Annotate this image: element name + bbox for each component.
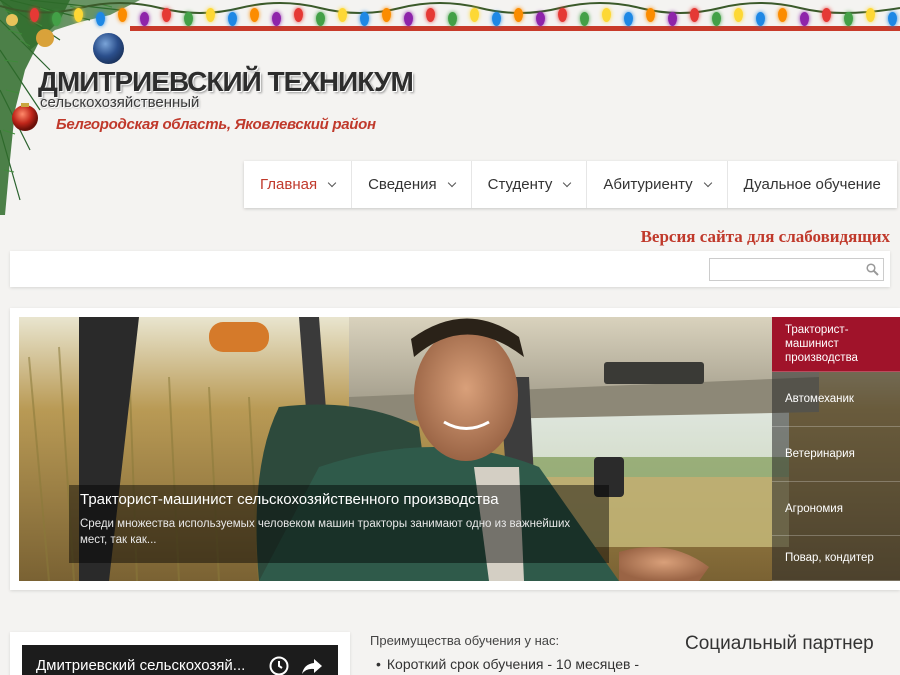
slide-tab-label: Тракторист-машинист производства — [785, 324, 858, 364]
slide-tab-agronomy[interactable]: Агрономия — [772, 482, 900, 536]
nav-item-label: Сведения — [368, 176, 437, 193]
slide-caption-text: Среди множества используемых человеком м… — [80, 518, 571, 546]
accessibility-version-link[interactable]: Версия сайта для слабовидящих — [641, 227, 890, 247]
christmas-garland — [0, 0, 900, 34]
slide-tab-tractor-driver[interactable]: Тракторист-машинист производства — [772, 317, 900, 372]
slide-tab-label: Автомеханик — [785, 393, 854, 405]
nav-item-label: Студенту — [487, 176, 553, 193]
watch-later-icon[interactable] — [269, 656, 289, 675]
nav-item-home[interactable]: Главная — [244, 161, 353, 208]
chevron-down-icon — [327, 178, 337, 187]
main-navigation: Главная Сведения Студенту Абитуриенту Ду… — [244, 161, 897, 208]
logo-globe-icon — [93, 33, 124, 64]
chevron-down-icon — [703, 178, 712, 187]
site-region: Белгородская область, Яковлевский район — [56, 116, 376, 133]
chevron-down-icon — [563, 178, 572, 187]
slide-tab-label: Агрономия — [785, 502, 843, 515]
slide-tab-veterinary[interactable]: Ветеринария — [772, 427, 900, 482]
slide-tab-label: Ветеринария — [785, 448, 855, 460]
nav-item-label: Абитуриенту — [603, 176, 693, 193]
slide-tab-auto-mechanic[interactable]: Автомеханик — [772, 372, 900, 427]
video-title[interactable]: Дмитриевский сельскохозяй... — [36, 657, 245, 674]
nav-item-dual-education[interactable]: Дуальное обучение — [728, 161, 897, 208]
advantages-list-item: Короткий срок обучения - 10 месяцев - — [376, 656, 639, 672]
site-subtitle: сельскохозяйственный — [40, 94, 200, 111]
slider-tabs: Тракторист-машинист производства Автомех… — [772, 317, 900, 581]
social-partner-heading: Социальный партнер — [685, 633, 874, 654]
search-input[interactable] — [709, 258, 884, 281]
chevron-down-icon — [447, 178, 456, 187]
share-icon[interactable] — [301, 657, 323, 675]
slide-caption-title[interactable]: Тракторист-машинист сельскохозяйственног… — [80, 491, 499, 508]
search-icon[interactable] — [866, 263, 879, 276]
nav-item-student[interactable]: Студенту — [472, 161, 588, 208]
slide-tab-cook[interactable]: Повар, кондитер — [772, 536, 900, 581]
nav-item-applicant[interactable]: Абитуриенту — [587, 161, 728, 208]
nav-item-info[interactable]: Сведения — [352, 161, 472, 208]
slide-tab-label: Повар, кондитер — [785, 552, 874, 564]
advantages-heading: Преимущества обучения у нас: — [370, 633, 560, 648]
nav-item-label: Дуальное обучение — [743, 176, 881, 193]
nav-item-label: Главная — [260, 176, 318, 193]
